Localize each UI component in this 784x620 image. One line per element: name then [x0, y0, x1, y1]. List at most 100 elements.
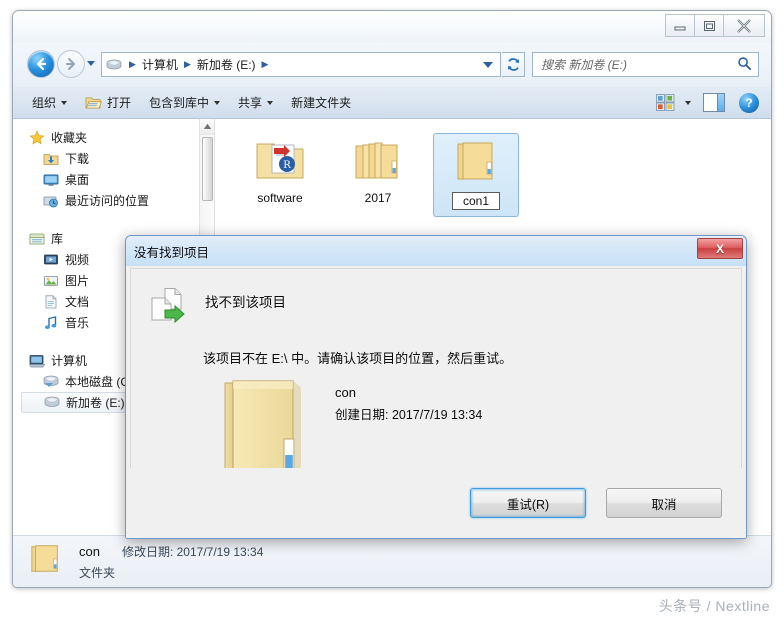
- dialog-footer: 重试(R) 取消: [126, 468, 746, 538]
- dialog-headline-row: 找不到该项目: [131, 269, 741, 330]
- dialog-item-text: con 创建日期: 2017/7/19 13:34: [335, 377, 482, 423]
- sidebar-item-label: 文档: [65, 295, 90, 309]
- sidebar-item-label: 库: [51, 232, 64, 246]
- sidebar-item-recent-places[interactable]: 最近访问的位置: [13, 190, 199, 211]
- back-arrow-icon: [36, 57, 47, 71]
- forward-button[interactable]: [57, 50, 85, 78]
- recent-places-icon: [43, 193, 59, 209]
- search-box[interactable]: [532, 52, 759, 77]
- dialog-titlebar: 没有找到项目 X: [126, 236, 746, 266]
- dialog-body: 找不到该项目 该项目不在 E:\ 中。请确认该项目的位置，然后重试。 con 创…: [130, 268, 742, 500]
- details-line-primary: con 修改日期: 2017/7/19 13:34: [79, 543, 263, 560]
- move-file-icon: [149, 287, 189, 330]
- search-input[interactable]: [539, 56, 737, 73]
- close-icon: [737, 18, 751, 33]
- sidebar-item-label: 收藏夹: [51, 131, 88, 145]
- toolbar-item-label: 新建文件夹: [291, 96, 352, 110]
- forward-arrow-icon: [66, 58, 75, 70]
- sidebar-item-desktop[interactable]: 桌面: [13, 169, 199, 190]
- star-icon: [29, 129, 45, 146]
- folder-icon: [450, 138, 502, 187]
- address-chevron-down-icon[interactable]: [483, 61, 493, 68]
- chevron-down-icon: [61, 100, 68, 105]
- breadcrumb-separator: ▶: [129, 59, 136, 69]
- sidebar-item-label: 音乐: [65, 316, 90, 330]
- toolbar-item-organize[interactable]: 组织: [23, 91, 76, 115]
- details-text: con 修改日期: 2017/7/19 13:34 文件夹: [79, 543, 263, 581]
- file-rename-input[interactable]: con1: [451, 192, 501, 210]
- sidebar-item-favorites[interactable]: 收藏夹: [13, 127, 199, 148]
- dialog-item-created-date: 创建日期: 2017/7/19 13:34: [335, 408, 483, 422]
- toolbar-item-new-folder[interactable]: 新建文件夹: [282, 91, 360, 115]
- toolbar-item-include-in-library[interactable]: 包含到库中: [140, 91, 229, 115]
- chevron-down-icon: [267, 100, 274, 105]
- folder-with-installer-icon: R: [254, 137, 306, 186]
- downloads-icon: [43, 151, 59, 167]
- sidebar-item-label: 新加卷 (E:): [66, 396, 125, 410]
- documents-icon: [43, 294, 59, 310]
- help-icon[interactable]: ?: [739, 92, 759, 113]
- toolbar-item-open[interactable]: 打开: [76, 91, 140, 115]
- sidebar-item-label: 图片: [65, 274, 90, 288]
- toolbar-item-label: 共享: [238, 96, 263, 110]
- sidebar-item-label: 最近访问的位置: [65, 194, 150, 208]
- file-tile-con1[interactable]: con1: [433, 133, 519, 217]
- retry-button[interactable]: 重试(R): [470, 488, 586, 518]
- toolbar-item-label: 打开: [107, 96, 132, 110]
- preview-pane-strip: [717, 94, 724, 111]
- maximize-button[interactable]: [694, 14, 724, 37]
- breadcrumb-crumb-computer[interactable]: 计算机: [140, 56, 180, 73]
- nav-group-favorites: 收藏夹 下载 桌面 最近访问的位置: [13, 127, 199, 211]
- close-button[interactable]: [723, 14, 765, 37]
- open-folder-icon: [85, 95, 103, 110]
- pictures-icon: [43, 273, 59, 289]
- hard-drive-icon: [44, 395, 60, 411]
- view-layout-icon[interactable]: [656, 94, 675, 111]
- minimize-button[interactable]: [665, 14, 695, 37]
- sidebar-item-label: 计算机: [51, 354, 88, 368]
- refresh-button[interactable]: [502, 52, 525, 77]
- dialog-title: 没有找到项目: [134, 245, 210, 260]
- folder-stack-icon: [352, 137, 404, 186]
- recent-pages-chevron-down-icon[interactable]: [87, 61, 95, 66]
- toolbar-item-label: 组织: [32, 96, 57, 110]
- toolbar-right-group: ?: [656, 92, 771, 113]
- sidebar-item-downloads[interactable]: 下载: [13, 148, 199, 169]
- scroll-up-icon[interactable]: [200, 119, 214, 135]
- file-name-label: software: [257, 191, 303, 205]
- breadcrumb-separator: ▶: [261, 59, 269, 69]
- search-icon[interactable]: [737, 56, 752, 74]
- back-button[interactable]: [27, 50, 55, 78]
- toolbar-item-share[interactable]: 共享: [229, 91, 282, 115]
- file-tile-2017[interactable]: 2017: [335, 133, 421, 211]
- file-tile-software[interactable]: R software: [237, 133, 323, 211]
- videos-icon: [43, 252, 59, 268]
- sidebar-item-label: 下载: [65, 152, 90, 166]
- details-modified-date: 修改日期: 2017/7/19 13:34: [121, 544, 264, 559]
- scrollbar-thumb[interactable]: [202, 137, 213, 201]
- watermark: 头条号 / Nextline: [658, 598, 770, 614]
- library-icon: [29, 231, 45, 247]
- command-toolbar: 组织 打开 包含到库中 共享 新建文件夹 ?: [13, 87, 771, 119]
- breadcrumb-crumb-drive[interactable]: 新加卷 (E:): [195, 56, 258, 73]
- cancel-button[interactable]: 取消: [606, 488, 722, 518]
- chevron-down-icon: [214, 100, 221, 105]
- close-icon: X: [715, 241, 724, 256]
- item-not-found-dialog: 没有找到项目 X 找不到该项目 该项目不在 E:\ 中。请确认该项目的位置，然后…: [125, 235, 747, 539]
- refresh-icon: [507, 58, 519, 71]
- local-disk-icon: [43, 374, 59, 390]
- minimize-icon: [674, 26, 686, 30]
- view-options-chevron-down-icon[interactable]: [685, 100, 691, 105]
- address-bar[interactable]: ▶ 计算机 ▶ 新加卷 (E:) ▶: [101, 52, 501, 77]
- window-titlebar: [13, 11, 771, 43]
- dialog-headline: 找不到该项目: [205, 295, 286, 310]
- sidebar-item-label: 桌面: [65, 173, 90, 187]
- dialog-close-button[interactable]: X: [697, 238, 743, 259]
- details-item-type: 文件夹: [79, 565, 116, 580]
- preview-pane-icon[interactable]: [703, 93, 725, 112]
- music-icon: [43, 315, 59, 331]
- toolbar-item-label: 包含到库中: [149, 96, 210, 110]
- desktop-icon: [43, 172, 59, 188]
- sidebar-item-label: 视频: [65, 253, 90, 267]
